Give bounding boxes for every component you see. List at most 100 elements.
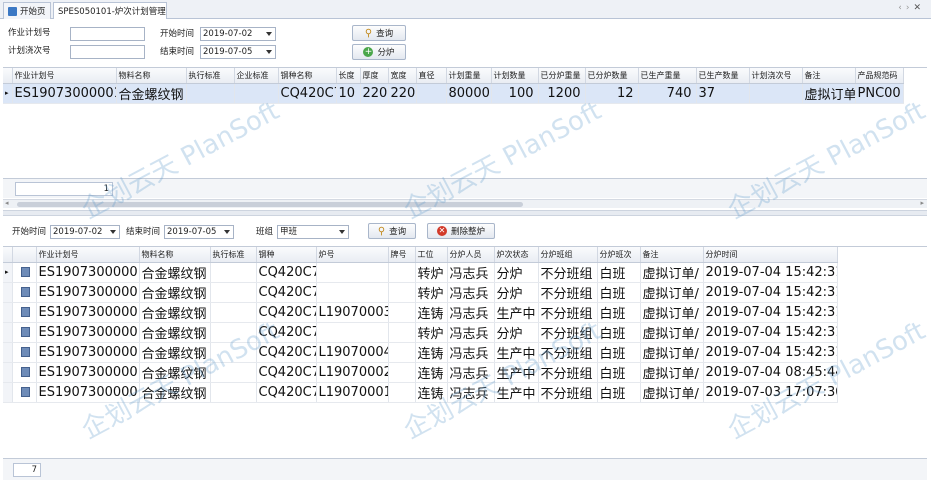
split-heat-button[interactable]: + 分炉 (352, 44, 406, 60)
table-cell: CQ420C7 (278, 83, 337, 104)
table-row[interactable]: ES19073000001 合金螺纹钢 CQ420C7 L19070004 连铸 冯志兵生… (3, 342, 838, 363)
table-cell: 合金螺纹钢 (139, 362, 211, 383)
column-header[interactable]: 分炉班次 (597, 247, 641, 263)
column-header[interactable]: 炉次状态 (494, 247, 539, 263)
end-time-picker-2[interactable]: 2019-07-05 (164, 225, 234, 239)
table-cell: 转炉 (415, 262, 448, 283)
delete-label: 删除整炉 (450, 227, 485, 237)
column-header[interactable]: 炉号 (316, 247, 389, 263)
table-cell: 虚拟订单/ (802, 83, 856, 104)
delete-heat-button[interactable]: ✕ 删除整炉 (427, 223, 495, 239)
row-icon-cell[interactable] (12, 382, 37, 403)
table-cell: 虚拟订单/ (640, 342, 704, 363)
row-icon-cell[interactable] (12, 342, 37, 363)
table-cell: 不分班组 (538, 322, 598, 343)
column-header[interactable]: 物料名称 (139, 247, 211, 263)
row-indicator[interactable] (3, 382, 13, 403)
column-header[interactable]: 牌号 (388, 247, 416, 263)
row-indicator[interactable] (3, 342, 13, 363)
record-icon (20, 307, 30, 317)
row-indicator[interactable]: ▸ (3, 83, 13, 104)
column-header[interactable]: 物料名称 (116, 68, 187, 84)
column-header[interactable]: 分炉人员 (447, 247, 495, 263)
end-time-picker[interactable]: 2019-07-05 (200, 45, 276, 59)
table-row[interactable]: ES19073000001 合金螺纹钢 CQ420C7 转炉 冯志兵 分炉 不分班组 白班 虚拟… (3, 322, 838, 343)
table-cell (210, 382, 257, 403)
table-cell: 白班 (597, 322, 641, 343)
table-cell: 白班 (597, 262, 641, 283)
column-header[interactable]: 直径 (416, 68, 447, 84)
table-row[interactable]: ES19073000001 合金螺纹钢 CQ420C7 转炉 冯志兵 分炉 不分班组 白班 虚拟… (3, 282, 838, 303)
column-header[interactable]: 企业标准 (234, 68, 279, 84)
query-button-2[interactable]: ⚲ 查询 (368, 223, 416, 239)
column-header[interactable]: 分炉时间 (703, 247, 838, 263)
header-spacer (3, 68, 13, 84)
column-header[interactable]: 长度 (336, 68, 361, 84)
column-header[interactable]: 已分炉重量 (538, 68, 586, 84)
column-header[interactable]: 作业计划号 (12, 68, 117, 84)
column-header[interactable]: 计划浇次号 (749, 68, 803, 84)
column-header[interactable]: 已生产重量 (638, 68, 697, 84)
scroll-left-icon[interactable]: ◂ (5, 199, 9, 207)
team-select[interactable]: 甲班 (277, 225, 349, 239)
table-cell: 2019-07-03 17:07:30 (703, 382, 838, 403)
column-header[interactable]: 钢种名称 (278, 68, 337, 84)
table-cell: 生产中 (494, 302, 539, 323)
row-icon-cell[interactable] (12, 282, 37, 303)
column-header[interactable]: 钢种 (256, 247, 317, 263)
panel-splitter[interactable] (3, 210, 927, 216)
start-time-picker-2[interactable]: 2019-07-02 (50, 225, 120, 239)
table-row[interactable]: ▸ ES19073000001 合金螺纹钢 CQ420C7 10 220 220 80000 1… (3, 83, 904, 104)
prev-icon[interactable]: ‹ (898, 3, 906, 13)
table-cell: ES19073000001 (36, 362, 140, 383)
column-header[interactable]: 备注 (802, 68, 856, 84)
header-spacer (3, 247, 13, 263)
column-header[interactable]: 厚度 (360, 68, 389, 84)
column-header[interactable]: 备注 (640, 247, 704, 263)
end-time-label-2: 结束时间 (126, 227, 161, 237)
tab-start-page[interactable]: 开始页 (3, 2, 51, 19)
table-row[interactable]: ES19073000001 合金螺纹钢 CQ420C7 L19070003 连铸 冯志兵生… (3, 302, 838, 323)
table-cell: 合金螺纹钢 (139, 342, 211, 363)
row-icon-cell[interactable] (12, 322, 37, 343)
column-header[interactable]: 计划数量 (491, 68, 539, 84)
table-cell (234, 83, 279, 104)
plan-heat-input[interactable] (70, 45, 145, 59)
row-icon-cell[interactable] (12, 262, 37, 283)
row-indicator[interactable] (3, 322, 13, 343)
table-cell: 分炉 (494, 322, 539, 343)
column-header[interactable]: 执行标准 (210, 247, 257, 263)
table-cell: 冯志兵 (447, 362, 495, 383)
table-row[interactable]: ES19073000001 合金螺纹钢 CQ420C7 L19070002 连铸 冯志兵生… (3, 362, 838, 383)
table-row[interactable]: ES19073000001 合金螺纹钢 CQ420C7 L19070001 连铸 冯志兵生… (3, 382, 838, 403)
table-cell: 合金螺纹钢 (139, 282, 211, 303)
plan-no-input[interactable] (70, 27, 145, 41)
column-header[interactable]: 计划重量 (446, 68, 492, 84)
column-header[interactable]: 作业计划号 (36, 247, 140, 263)
row-icon-cell[interactable] (12, 302, 37, 323)
row-icon-cell[interactable] (12, 362, 37, 383)
column-header[interactable]: 工位 (415, 247, 448, 263)
close-icon[interactable]: ✕ (913, 3, 925, 13)
column-header[interactable]: 分炉班组 (538, 247, 598, 263)
start-time-picker[interactable]: 2019-07-02 (200, 27, 276, 41)
column-header[interactable]: 已生产数量 (696, 68, 750, 84)
table-cell: CQ420C7 (256, 282, 317, 303)
column-header[interactable]: 执行标准 (186, 68, 235, 84)
table-row[interactable]: ▸ ES19073000001 合金螺纹钢 CQ420C7 转炉 冯志兵 分炉 不分班组 白班虚… (3, 262, 838, 283)
horizontal-scrollbar[interactable]: ◂ ▸ (3, 199, 927, 208)
column-header[interactable]: 宽度 (388, 68, 417, 84)
row-indicator[interactable] (3, 282, 13, 303)
row-indicator[interactable] (3, 302, 13, 323)
table-cell: 合金螺纹钢 (139, 302, 211, 323)
tab-heat-plan[interactable]: SPES050101-炉次计划管理 (53, 2, 167, 19)
query-button[interactable]: ⚲ 查询 (352, 25, 406, 41)
chevron-down-icon (266, 50, 272, 54)
table-cell: CQ420C7 (256, 262, 317, 283)
row-indicator[interactable] (3, 362, 13, 383)
column-header[interactable]: 已分炉数量 (585, 68, 639, 84)
scroll-right-icon[interactable]: ▸ (920, 199, 924, 207)
scrollbar-thumb[interactable] (17, 202, 523, 207)
row-indicator[interactable]: ▸ (3, 262, 13, 283)
column-header[interactable]: 产品规范码 (855, 68, 904, 84)
